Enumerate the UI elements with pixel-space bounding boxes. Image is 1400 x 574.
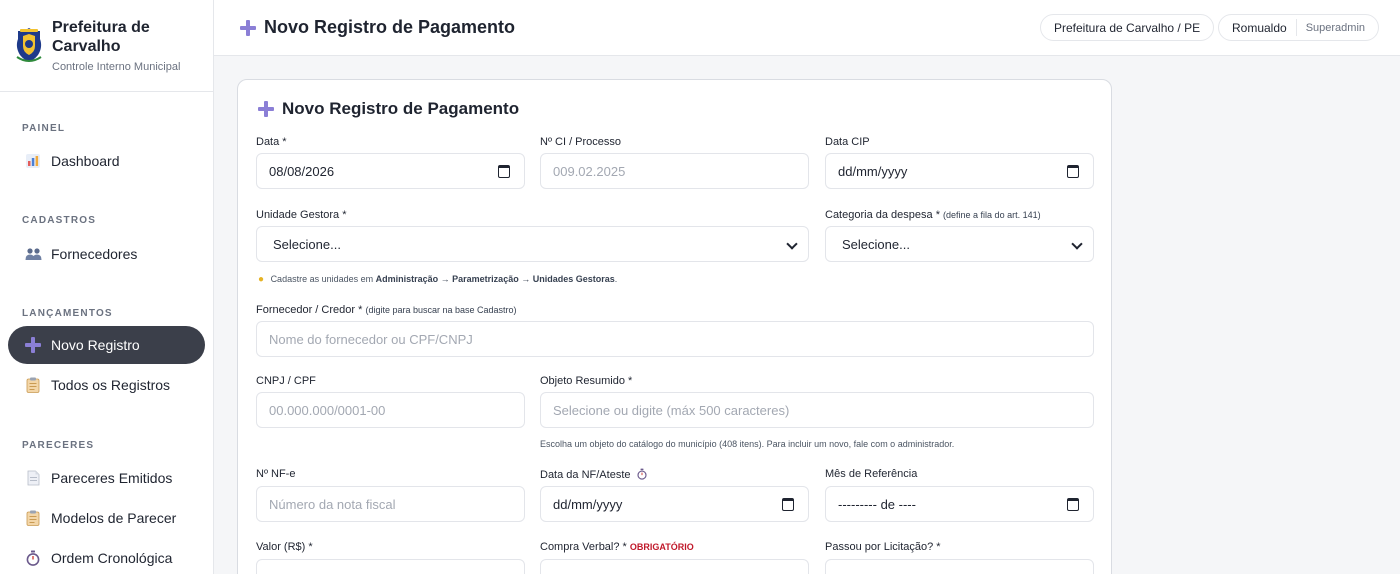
- compra-verbal-label: Compra Verbal? * OBRIGATÓRIO: [540, 541, 694, 553]
- chevron-down-icon: [786, 238, 798, 250]
- brand-header: Prefeitura de Carvalho Controle Interno …: [0, 0, 213, 92]
- categoria-label-text: Categoria da despesa *: [825, 209, 940, 221]
- plus-icon: [240, 19, 256, 36]
- categoria-despesa-value: Selecione...: [842, 236, 910, 252]
- objeto-catalog-note: Escolha um objeto do catálogo do municíp…: [540, 439, 955, 449]
- fornecedor-label: Fornecedor / Credor * (digite para busca…: [256, 304, 517, 316]
- data-nf-label-text: Data da NF/Ateste: [540, 469, 631, 481]
- data-cip-value: dd/mm/yyyy: [838, 163, 908, 179]
- plus-icon: [24, 336, 42, 354]
- unidade-gestora-label: Unidade Gestora *: [256, 209, 347, 221]
- valor-label: Valor (R$) *: [256, 541, 313, 553]
- fornecedor-label-text: Fornecedor / Credor *: [256, 304, 363, 316]
- stopwatch-icon: [636, 468, 647, 483]
- sidebar-item-novo-registro[interactable]: Novo Registro: [8, 326, 205, 364]
- nav-section-cadastros: CADASTROS: [22, 215, 97, 226]
- fornecedor-hint: (digite para buscar na base Cadastro): [365, 305, 517, 315]
- nav-section-lancamentos: LANÇAMENTOS: [22, 308, 113, 319]
- data-label: Data *: [256, 136, 287, 148]
- user-name: Romualdo: [1232, 20, 1287, 35]
- data-cip-label: Data CIP: [825, 136, 870, 148]
- sidebar-item-modelos-parecer[interactable]: Modelos de Parecer: [8, 499, 205, 537]
- sidebar-item-label: Modelos de Parecer: [51, 510, 177, 526]
- calendar-icon[interactable]: [782, 498, 794, 511]
- payment-form-card: Novo Registro de Pagamento Data * 08/08/…: [237, 79, 1112, 574]
- sidebar-item-ordem-cronologica[interactable]: Ordem Cronológica: [8, 539, 205, 574]
- unidade-gestora-value: Selecione...: [273, 236, 341, 252]
- bar-chart-icon: [24, 152, 42, 170]
- user-role: Superadmin: [1305, 21, 1366, 34]
- data-cip-input[interactable]: dd/mm/yyyy: [825, 153, 1094, 189]
- ci-processo-input[interactable]: 009.02.2025: [540, 153, 809, 189]
- cadastre-unidades-note: ● Cadastre as unidades em Administração …: [258, 274, 617, 285]
- cnpj-cpf-input[interactable]: 00.000.000/0001-00: [256, 392, 525, 428]
- data-nf-label: Data da NF/Ateste: [540, 468, 647, 483]
- page-title-text: Novo Registro de Pagamento: [264, 17, 516, 37]
- nav-section-pareceres: PARECERES: [22, 440, 95, 451]
- brand-title: Prefeitura de Carvalho: [52, 19, 150, 55]
- nfe-input[interactable]: Número da nota fiscal: [256, 486, 525, 522]
- mes-referencia-value: --------- de ----: [838, 496, 916, 512]
- note-path: Administração → Parametrização → Unidade…: [375, 274, 615, 284]
- mes-referencia-input[interactable]: --------- de ----: [825, 486, 1094, 522]
- categoria-despesa-label: Categoria da despesa * (define a fila do…: [825, 209, 1041, 221]
- document-icon: [24, 469, 42, 487]
- divider: [1295, 19, 1297, 36]
- clipboard-icon: [24, 509, 42, 527]
- required-tag: OBRIGATÓRIO: [629, 542, 694, 552]
- sidebar-item-pareceres-emitidos[interactable]: Pareceres Emitidos: [8, 459, 205, 497]
- licitacao-label: Passou por Licitação? *: [825, 541, 941, 553]
- fornecedor-search-input[interactable]: Nome do fornecedor ou CPF/CNPJ: [256, 321, 1094, 357]
- sidebar: Prefeitura de Carvalho Controle Interno …: [0, 0, 214, 574]
- note-prefix: Cadastre as unidades em: [270, 274, 374, 284]
- plus-icon: [258, 101, 274, 117]
- organization-switcher[interactable]: Prefeitura de Carvalho / PE: [1040, 14, 1215, 41]
- nav-section-painel: PAINEL: [22, 123, 66, 134]
- users-icon: [24, 245, 42, 263]
- data-nf-input[interactable]: dd/mm/yyyy: [540, 486, 809, 522]
- categoria-hint: (define a fila do art. 141): [943, 210, 1041, 220]
- sidebar-item-dashboard[interactable]: Dashboard: [8, 142, 205, 180]
- mes-referencia-label: Mês de Referência: [825, 468, 918, 480]
- user-menu[interactable]: Romualdo Superadmin: [1218, 14, 1380, 41]
- form-title: Novo Registro de Pagamento: [258, 99, 519, 119]
- sidebar-item-label: Ordem Cronológica: [51, 550, 173, 566]
- objeto-resumido-label: Objeto Resumido *: [540, 375, 633, 387]
- categoria-despesa-select[interactable]: Selecione...: [825, 226, 1094, 262]
- sidebar-item-label: Fornecedores: [51, 246, 138, 262]
- form-title-text: Novo Registro de Pagamento: [282, 99, 520, 118]
- clipboard-icon: [24, 376, 42, 394]
- ci-processo-label: Nº CI / Processo: [540, 136, 622, 148]
- sidebar-item-label: Novo Registro: [51, 337, 140, 353]
- sidebar-item-label: Todos os Registros: [51, 377, 171, 393]
- data-nf-value: dd/mm/yyyy: [553, 496, 623, 512]
- stopwatch-icon: [24, 549, 42, 567]
- calendar-icon[interactable]: [498, 165, 510, 178]
- data-date-value: 08/08/2026: [269, 163, 335, 179]
- compra-verbal-select[interactable]: [540, 559, 809, 574]
- sidebar-item-label: Pareceres Emitidos: [51, 470, 173, 486]
- calendar-icon[interactable]: [1067, 165, 1079, 178]
- page-title: Novo Registro de Pagamento: [240, 17, 515, 38]
- lightbulb-icon: ●: [258, 274, 265, 285]
- note-suffix: .: [614, 274, 618, 284]
- chevron-down-icon: [1071, 238, 1083, 250]
- unidade-gestora-select[interactable]: Selecione...: [256, 226, 809, 262]
- objeto-resumido-input[interactable]: Selecione ou digite (máx 500 caracteres): [540, 392, 1094, 428]
- compra-verbal-label-text: Compra Verbal? *: [540, 541, 627, 553]
- valor-input[interactable]: [256, 559, 525, 574]
- coat-of-arms-logo: [16, 28, 42, 62]
- sidebar-item-fornecedores[interactable]: Fornecedores: [8, 235, 205, 273]
- sidebar-item-label: Dashboard: [51, 153, 120, 169]
- nfe-label: Nº NF-e: [256, 468, 296, 480]
- sidebar-item-todos-registros[interactable]: Todos os Registros: [8, 366, 205, 404]
- licitacao-select[interactable]: [825, 559, 1094, 574]
- brand-subtitle: Controle Interno Municipal: [52, 61, 181, 73]
- data-date-input[interactable]: 08/08/2026: [256, 153, 525, 189]
- calendar-icon[interactable]: [1067, 498, 1079, 511]
- topbar: Novo Registro de Pagamento Prefeitura de…: [214, 0, 1400, 56]
- cnpj-cpf-label: CNPJ / CPF: [256, 375, 316, 387]
